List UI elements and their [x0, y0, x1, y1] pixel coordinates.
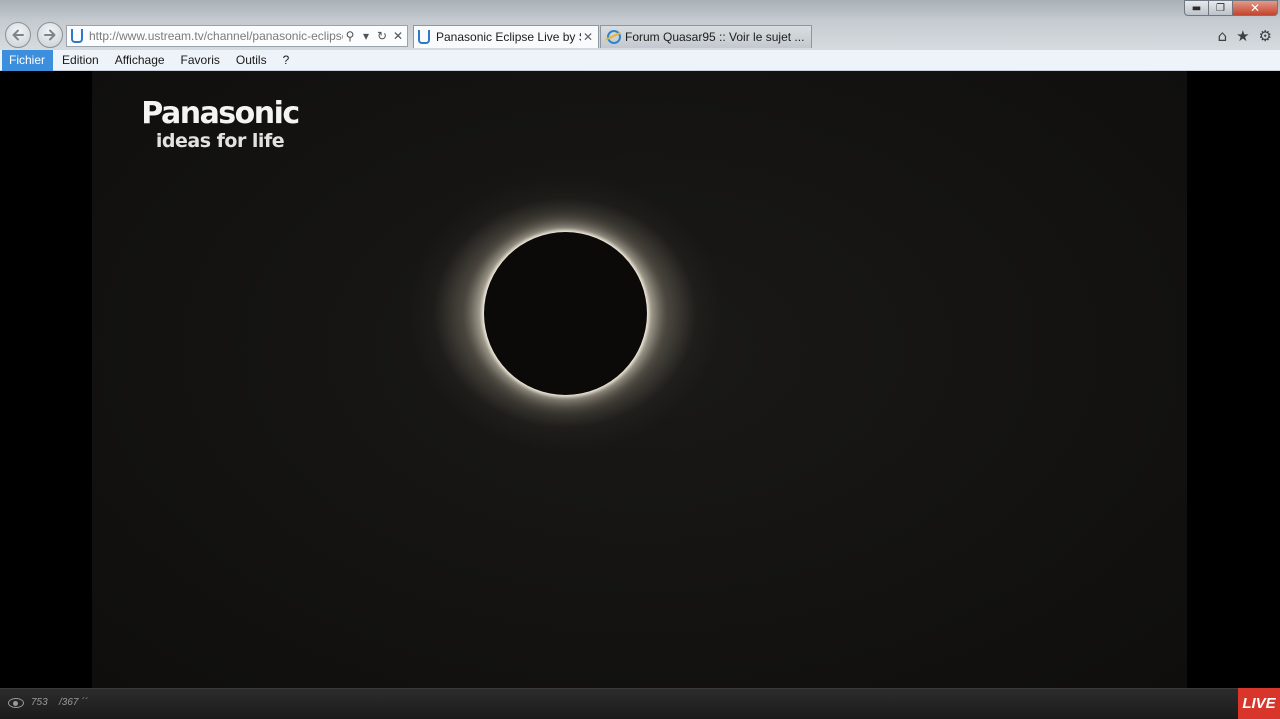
ustream-u-icon: [71, 29, 83, 43]
eye-icon: [8, 698, 24, 708]
browser-toolbar-icons: ⌂ ★ ⚙: [1218, 27, 1272, 45]
forward-button[interactable]: [37, 22, 63, 48]
browser-window: http://www.ustream.tv/channel/panasonic-…: [0, 0, 1280, 719]
search-icon[interactable]: ⚲: [343, 29, 357, 43]
player-control-bar: 753 /367 ´´ LIVE: [0, 688, 1280, 719]
minimize-button[interactable]: ▬: [1184, 0, 1209, 16]
eclipse-moon-disc: [484, 232, 647, 395]
back-button[interactable]: [5, 22, 31, 48]
close-tab-icon[interactable]: ✕: [581, 30, 595, 44]
restore-button[interactable]: ❐: [1209, 0, 1233, 16]
arrow-left-icon: [12, 29, 24, 41]
menu-item-fichier[interactable]: Fichier: [2, 49, 54, 71]
chevron-down-icon[interactable]: ▾: [359, 29, 373, 43]
home-icon[interactable]: ⌂: [1218, 27, 1228, 45]
url-text[interactable]: http://www.ustream.tv/channel/panasonic-…: [89, 29, 343, 43]
menu-item-outils[interactable]: Outils: [229, 50, 274, 71]
address-bar[interactable]: http://www.ustream.tv/channel/panasonic-…: [66, 25, 408, 47]
menu-bar: Fichier Edition Affichage Favoris Outils…: [0, 49, 1280, 71]
arrow-right-icon: [44, 29, 56, 41]
menu-item-help[interactable]: ?: [276, 50, 297, 71]
panasonic-logo: Panasonic ideas for life: [125, 99, 315, 151]
close-icon: ✕: [1249, 1, 1261, 15]
refresh-icon[interactable]: ↻: [375, 29, 389, 43]
close-window-button[interactable]: ✕: [1233, 0, 1278, 16]
tab-label: Forum Quasar95 :: Voir le sujet ...: [625, 30, 805, 44]
browser-top-chrome: http://www.ustream.tv/channel/panasonic-…: [0, 0, 1280, 50]
ustream-u-icon: [418, 30, 430, 44]
internet-explorer-icon: [607, 30, 621, 44]
menu-item-edition[interactable]: Edition: [55, 50, 106, 71]
tab-forum-quasar95[interactable]: Forum Quasar95 :: Voir le sujet ...: [600, 25, 812, 48]
brand-name: Panasonic: [141, 96, 300, 131]
window-controls: ▬ ❐ ✕: [1184, 0, 1278, 16]
total-viewer-count: /367 ´´: [59, 697, 88, 708]
star-icon[interactable]: ★: [1236, 27, 1249, 45]
live-badge[interactable]: LIVE: [1238, 688, 1280, 719]
video-player[interactable]: Panasonic ideas for life: [92, 71, 1187, 688]
menu-item-affichage[interactable]: Affichage: [108, 50, 172, 71]
restore-icon: ❐: [1216, 2, 1225, 14]
gear-icon[interactable]: ⚙: [1259, 27, 1272, 45]
tab-panasonic-eclipse[interactable]: Panasonic Eclipse Live by S... ✕: [413, 25, 599, 48]
stop-icon[interactable]: ✕: [391, 29, 405, 43]
minimize-icon: ▬: [1191, 2, 1202, 14]
brand-tagline: ideas for life: [155, 130, 285, 152]
viewer-count: 753: [31, 697, 48, 708]
tab-label: Panasonic Eclipse Live by S...: [436, 30, 581, 44]
page-content: Panasonic ideas for life: [0, 71, 1280, 688]
menu-item-favoris[interactable]: Favoris: [174, 50, 227, 71]
